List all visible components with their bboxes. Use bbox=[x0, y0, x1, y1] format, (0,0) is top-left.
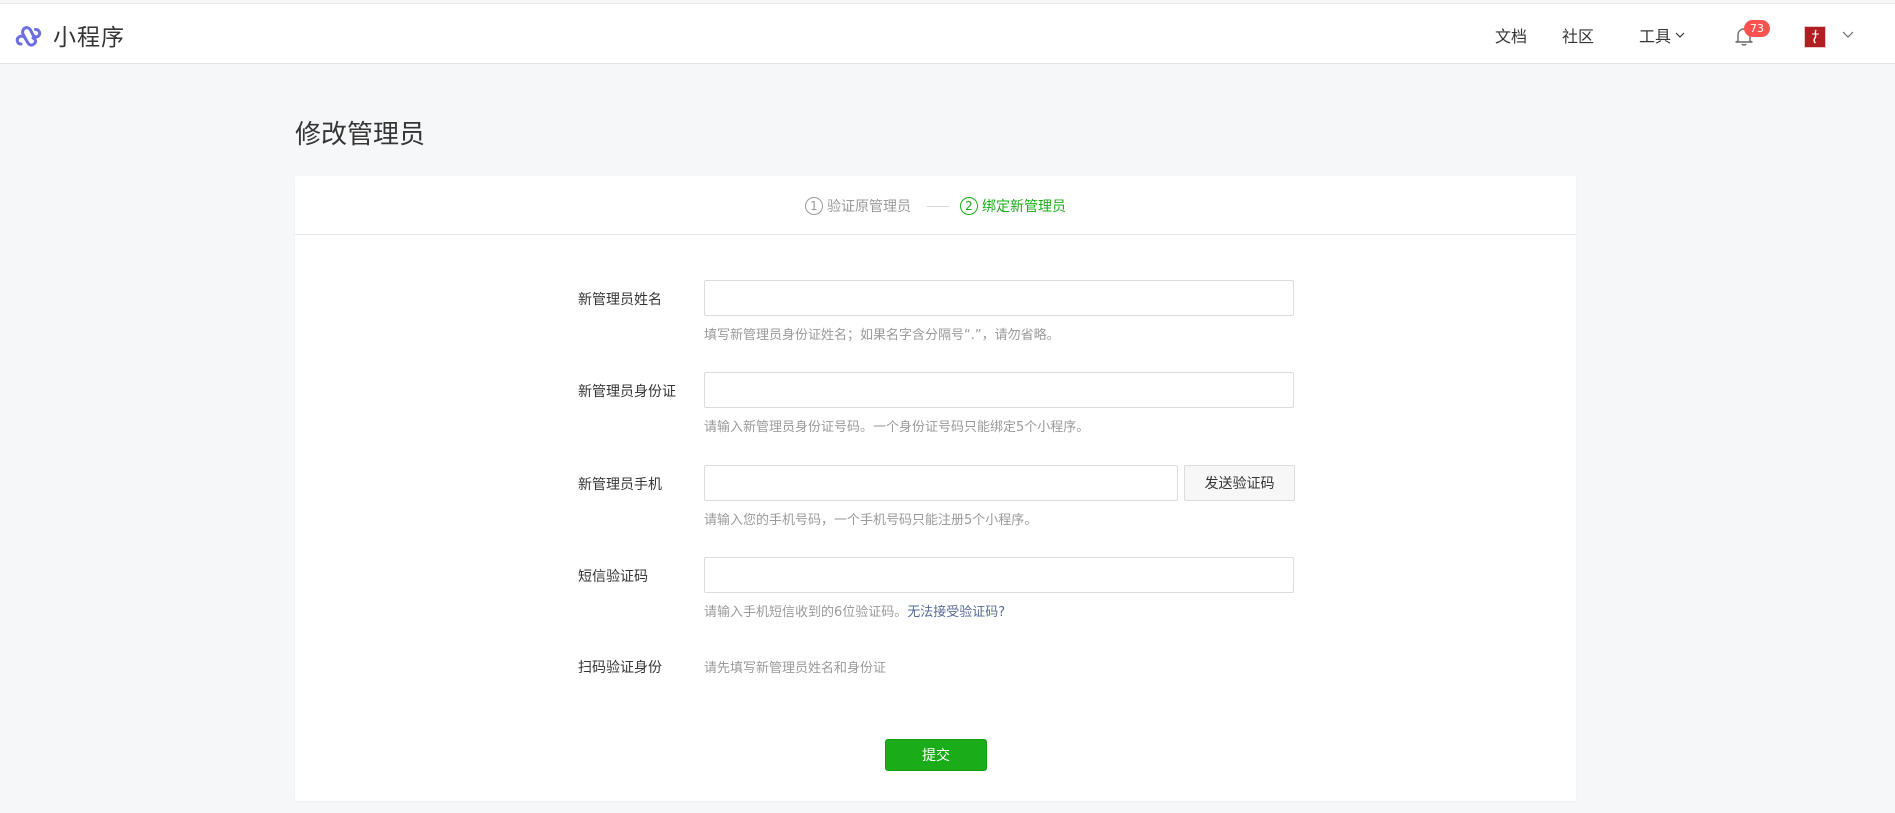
notification-badge: 73 bbox=[1744, 20, 1770, 37]
id-card-input[interactable] bbox=[704, 372, 1294, 408]
avatar[interactable] bbox=[1804, 26, 1826, 48]
name-input[interactable] bbox=[704, 280, 1294, 316]
app-name: 小程序 bbox=[53, 25, 125, 51]
avatar-image-icon bbox=[1812, 29, 1819, 44]
step-verify-original: 1 验证原管理员 bbox=[805, 196, 911, 216]
form-card: 1 验证原管理员 2 绑定新管理员 新管理员姓名 填写新管理员身份证姓名；如果名… bbox=[295, 176, 1576, 801]
name-hint: 填写新管理员身份证姓名；如果名字含分隔号“.”，请勿省略。 bbox=[704, 328, 1060, 343]
step-indicator: 1 验证原管理员 2 绑定新管理员 bbox=[295, 176, 1576, 235]
step-divider bbox=[927, 206, 949, 207]
page-title: 修改管理员 bbox=[295, 120, 426, 150]
phone-label: 新管理员手机 bbox=[578, 477, 662, 493]
step-number: 2 bbox=[960, 197, 978, 215]
scan-placeholder-text: 请先填写新管理员姓名和身份证 bbox=[704, 661, 887, 676]
logo[interactable]: 小程序 bbox=[14, 18, 125, 52]
id-card-hint: 请输入新管理员身份证号码。一个身份证号码只能绑定5个小程序。 bbox=[704, 420, 1090, 435]
nav-tools[interactable]: 工具 bbox=[1639, 4, 1685, 65]
scan-label: 扫码验证身份 bbox=[578, 660, 662, 676]
sms-code-hint-text: 请输入手机短信收到的6位验证码。 bbox=[704, 605, 908, 620]
mini-program-logo-icon bbox=[15, 26, 42, 47]
nav-tools-label: 工具 bbox=[1639, 26, 1672, 46]
id-card-label: 新管理员身份证 bbox=[578, 384, 676, 400]
nav-docs[interactable]: 文档 bbox=[1495, 4, 1527, 65]
send-code-button[interactable]: 发送验证码 bbox=[1184, 465, 1295, 501]
sms-code-input[interactable] bbox=[704, 557, 1294, 593]
step-label: 绑定新管理员 bbox=[982, 199, 1066, 215]
name-label: 新管理员姓名 bbox=[578, 292, 662, 308]
phone-input[interactable] bbox=[704, 465, 1178, 501]
top-bar: 小程序 文档 社区 工具 73 bbox=[0, 3, 1895, 64]
nav-community[interactable]: 社区 bbox=[1562, 4, 1594, 65]
account-chevron-down-icon[interactable] bbox=[1842, 30, 1854, 40]
chevron-down-icon bbox=[1675, 32, 1685, 38]
step-number: 1 bbox=[805, 197, 823, 215]
phone-hint: 请输入您的手机号码，一个手机号码只能注册5个小程序。 bbox=[704, 513, 1038, 528]
submit-button[interactable]: 提交 bbox=[885, 739, 987, 771]
sms-code-label: 短信验证码 bbox=[578, 569, 648, 585]
sms-code-hint: 请输入手机短信收到的6位验证码。无法接受验证码? bbox=[704, 601, 1005, 620]
step-bind-new: 2 绑定新管理员 bbox=[960, 196, 1066, 216]
step-label: 验证原管理员 bbox=[827, 199, 911, 215]
cannot-receive-code-link[interactable]: 无法接受验证码? bbox=[907, 605, 1005, 620]
